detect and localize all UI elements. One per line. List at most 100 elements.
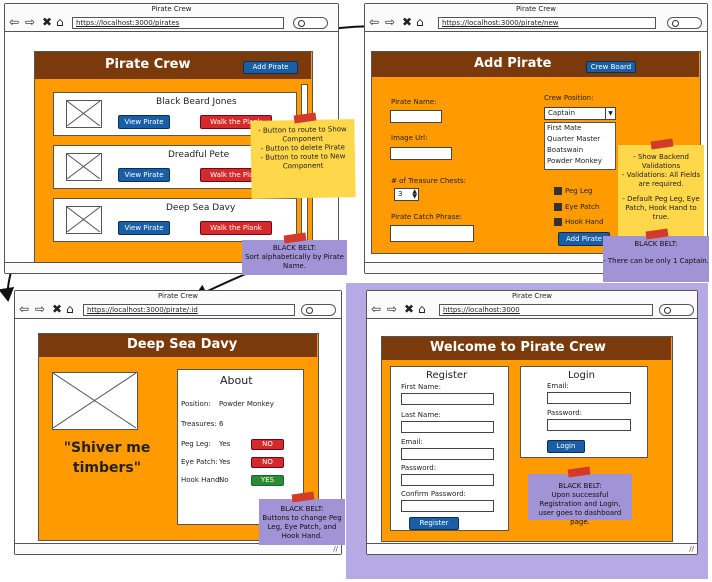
- url-field[interactable]: https://localhost:3000: [439, 304, 653, 316]
- search-icon[interactable]: [301, 304, 336, 316]
- catch-phrase-label: Pirate Catch Phrase:: [391, 213, 463, 221]
- crew-option[interactable]: First Mate: [547, 123, 615, 134]
- sticky-note-requirements: - Button to route to Show Component - Bu…: [250, 119, 356, 199]
- confirm-password-label: Confirm Password:: [401, 490, 466, 498]
- note-text: Buttons to change Peg Leg, Eye Patch, an…: [262, 514, 342, 540]
- eye-patch-label: Eye Patch:: [181, 458, 218, 466]
- home-icon[interactable]: ⌂: [416, 15, 424, 29]
- forward-icon[interactable]: ⇨: [35, 302, 45, 316]
- pirate-name-input[interactable]: [390, 110, 442, 123]
- search-icon[interactable]: [659, 304, 694, 316]
- close-icon[interactable]: ✖: [42, 15, 52, 29]
- treasure-chests-stepper[interactable]: 3 ▲ ▼: [394, 188, 419, 201]
- search-icon[interactable]: [293, 17, 328, 29]
- position-label: Position:: [181, 400, 211, 408]
- resize-grip-icon[interactable]: //: [689, 545, 694, 553]
- first-name-input[interactable]: [401, 393, 494, 405]
- about-title: About: [220, 374, 253, 387]
- view-pirate-button[interactable]: View Pirate: [118, 221, 170, 235]
- url-field[interactable]: https://localhost:3000/pirate/:id: [83, 304, 295, 316]
- first-name-label: First Name:: [401, 383, 441, 391]
- note-line: - Show Backend Validations: [633, 153, 689, 170]
- pirate-name: Black Beard Jones: [156, 97, 237, 107]
- pirate-image-placeholder: [66, 206, 102, 234]
- add-pirate-button[interactable]: Add Pirate: [243, 61, 298, 74]
- view-pirate-button[interactable]: View Pirate: [118, 168, 170, 182]
- page-title: Add Pirate: [474, 56, 552, 71]
- close-icon[interactable]: ✖: [402, 15, 412, 29]
- crew-option[interactable]: Powder Monkey: [547, 156, 615, 167]
- chevron-down-icon[interactable]: ▼: [605, 108, 615, 119]
- forward-icon[interactable]: ⇨: [387, 302, 397, 316]
- checkbox-label: Peg Leg: [565, 187, 593, 195]
- sticky-note-black-belt: BLACK BELT: Buttons to change Peg Leg, E…: [259, 499, 345, 545]
- image-url-input[interactable]: [390, 147, 452, 160]
- email-input[interactable]: [401, 448, 494, 460]
- pirate-image-placeholder: [66, 153, 102, 181]
- password-input[interactable]: [401, 474, 494, 486]
- checkbox-icon[interactable]: [554, 187, 562, 195]
- login-email-input[interactable]: [547, 392, 631, 404]
- password-label: Password:: [401, 464, 437, 472]
- back-icon[interactable]: ⇦: [19, 302, 29, 316]
- page-header: Deep Sea Davy: [39, 334, 317, 357]
- back-icon[interactable]: ⇦: [371, 302, 381, 316]
- note-line: - Default Peg Leg, Eye Patch, Hook Hand …: [622, 195, 700, 221]
- login-password-input[interactable]: [547, 419, 631, 431]
- crew-option[interactable]: Quarter Master: [547, 134, 615, 145]
- checkbox-hook-hand[interactable]: Hook Hand: [554, 218, 604, 226]
- window-title: Pirate Crew: [515, 5, 557, 13]
- forward-icon[interactable]: ⇨: [385, 15, 395, 29]
- note-title: BLACK BELT:: [272, 244, 317, 252]
- pirate-name: Deep Sea Davy: [166, 203, 236, 213]
- confirm-password-input[interactable]: [401, 500, 494, 512]
- home-icon[interactable]: ⌂: [56, 15, 64, 29]
- hook-hand-value: No: [219, 476, 229, 484]
- view-pirate-button[interactable]: View Pirate: [118, 115, 170, 129]
- url-field[interactable]: https://localhost:3000/pirate/new: [438, 17, 656, 29]
- note-text: Sort alphabetically by Pirate Name.: [245, 253, 344, 270]
- checkbox-eye-patch[interactable]: Eye Patch: [554, 203, 599, 211]
- peg-leg-label: Peg Leg:: [181, 440, 211, 448]
- note-line: - Validations: All Fields are required.: [621, 171, 701, 188]
- stepper-arrows-icon[interactable]: ▲ ▼: [412, 189, 417, 200]
- home-icon[interactable]: ⌂: [66, 302, 74, 316]
- login-button[interactable]: Login: [547, 440, 585, 453]
- last-name-label: Last Name:: [401, 411, 441, 419]
- treasures-label: Treasures:: [181, 420, 217, 428]
- last-name-input[interactable]: [401, 421, 494, 433]
- forward-icon[interactable]: ⇨: [25, 15, 35, 29]
- pirate-name: Dreadful Pete: [168, 150, 230, 160]
- crew-option[interactable]: Boatswain: [547, 145, 615, 156]
- checkbox-icon[interactable]: [554, 203, 562, 211]
- pirate-image-placeholder: [66, 100, 102, 128]
- note-text: Upon successful Registration and Login, …: [538, 491, 622, 526]
- checkbox-peg-leg[interactable]: Peg Leg: [554, 187, 592, 195]
- register-button[interactable]: Register: [409, 517, 459, 530]
- note-title: BLACK BELT:: [634, 240, 678, 248]
- resize-grip-icon[interactable]: //: [333, 545, 338, 553]
- back-icon[interactable]: ⇦: [9, 15, 19, 29]
- checkbox-label: Eye Patch: [565, 203, 600, 211]
- peg-leg-toggle-button[interactable]: NO: [251, 439, 284, 450]
- walk-plank-button[interactable]: Walk the Plank: [200, 221, 272, 235]
- browser-bar: Pirate Crew ⇦ ⇨ ✖ ⌂ https://localhost:30…: [367, 291, 697, 319]
- checkbox-icon[interactable]: [554, 218, 562, 226]
- search-icon[interactable]: [667, 17, 702, 29]
- eye-patch-toggle-button[interactable]: NO: [251, 457, 284, 468]
- close-icon[interactable]: ✖: [52, 302, 62, 316]
- crew-position-select[interactable]: Captain ▼: [544, 107, 616, 120]
- url-field[interactable]: https://localhost:3000/pirates: [72, 17, 284, 29]
- image-url-label: Image Url:: [391, 134, 428, 142]
- crew-position-options: First Mate Quarter Master Boatswain Powd…: [544, 122, 616, 170]
- crew-board-button[interactable]: Crew Board: [586, 61, 636, 73]
- window-footer: //: [367, 543, 697, 554]
- page-title: Pirate Crew: [105, 57, 191, 72]
- note-title: BLACK BELT:: [558, 482, 602, 490]
- catch-phrase-input[interactable]: [390, 225, 474, 242]
- browser-bar: Pirate Crew ⇦ ⇨ ✖ ⌂ https://localhost:30…: [5, 4, 338, 32]
- home-icon[interactable]: ⌂: [418, 302, 426, 316]
- back-icon[interactable]: ⇦: [369, 15, 379, 29]
- close-icon[interactable]: ✖: [404, 302, 414, 316]
- hook-hand-toggle-button[interactable]: YES: [251, 475, 284, 486]
